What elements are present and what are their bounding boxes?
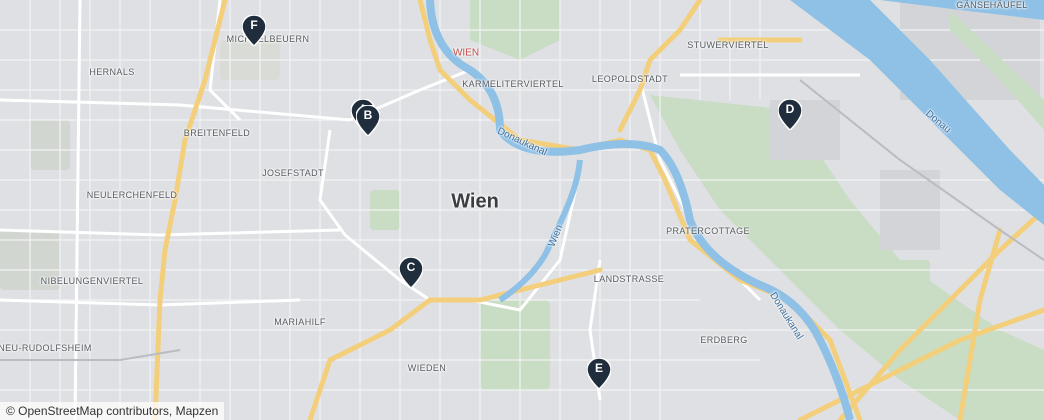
marker-label: B	[363, 108, 373, 122]
marker-label: C	[406, 260, 416, 274]
marker-label: E	[594, 361, 603, 375]
map-canvas[interactable]: MICHAELBEUERN HERNALS STUWERVIERTEL GÄNS…	[0, 0, 1044, 420]
map-marker-d[interactable]: D	[778, 99, 802, 130]
district-label-pratercottage: PRATERCOTTAGE	[666, 226, 750, 236]
district-label-michaelbeuern: MICHAELBEUERN	[226, 34, 310, 44]
city-label-wien: Wien	[451, 190, 499, 213]
map-marker-e[interactable]: E	[587, 358, 611, 389]
district-label-hernals: HERNALS	[89, 67, 135, 77]
map-marker-f[interactable]: F	[242, 15, 266, 46]
district-label-karmeliterviertel: KARMELITERVIERTEL	[462, 79, 564, 89]
district-label-josefstadt: JOSEFSTADT	[262, 168, 324, 178]
map-base-layer	[0, 0, 1044, 420]
district-label-erdberg: ERDBERG	[700, 335, 748, 345]
district-label-neulerchenfeld: NEULERCHENFELD	[86, 190, 178, 200]
district-label-nibelungenviertel: NIBELUNGENVIERTEL	[40, 276, 144, 286]
district-label-wieden: WIEDEN	[407, 363, 447, 373]
district-label-gaensehaeufel: GÄNSEHÄUFEL	[956, 0, 1028, 10]
map-marker-c[interactable]: C	[399, 257, 423, 288]
map-marker-b[interactable]: B	[356, 105, 380, 136]
district-label-breitenfeld: BREITENFELD	[183, 128, 251, 138]
map-attribution[interactable]: © OpenStreetMap contributors, Mapzen	[0, 402, 225, 420]
district-label-leopoldstadt: LEOPOLDSTADT	[591, 74, 669, 84]
marker-label: F	[250, 18, 258, 32]
district-label-mariahilf: MARIAHILF	[274, 317, 326, 327]
district-label-landstrasse: LANDSTRASSE	[593, 274, 665, 284]
district-label-stuwerviertel: STUWERVIERTEL	[687, 40, 769, 50]
district-label-neu-rudolfsheim: NEU-RUDOLFSHEIM	[0, 343, 92, 353]
marker-label: D	[785, 102, 795, 116]
city-label-wien-small: WIEN	[452, 47, 480, 59]
